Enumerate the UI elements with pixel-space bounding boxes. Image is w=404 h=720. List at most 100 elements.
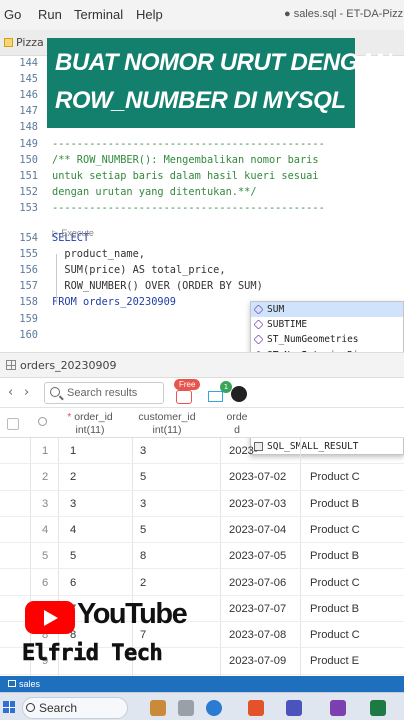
- autocomplete-item-label: SUBTIME: [267, 319, 308, 331]
- back-arrow-icon[interactable]: ‹: [8, 385, 13, 400]
- teams-icon[interactable]: [286, 700, 302, 716]
- cell-product: Product B: [310, 602, 360, 615]
- cell-order-date: 2023-07-06: [229, 576, 287, 589]
- onenote-icon[interactable]: [330, 700, 346, 716]
- cell-order-date: 2023-07-02: [229, 471, 287, 484]
- table-row[interactable]: 3 3 3 2023-07-03 Product B: [0, 491, 404, 517]
- select-all-checkbox[interactable]: [7, 418, 19, 430]
- search-icon: [26, 703, 35, 712]
- line-number: 147: [19, 105, 38, 118]
- line-number: 145: [19, 73, 38, 86]
- menu-bar: Go Run Terminal Help ● sales.sql - ET-DA…: [0, 0, 404, 30]
- cell-product: Product C: [310, 629, 360, 642]
- cell-order-date: 2023-07-08: [229, 629, 287, 642]
- brave-browser-icon[interactable]: [248, 700, 264, 716]
- file-explorer-icon[interactable]: [150, 700, 166, 716]
- cell-product: Product B: [310, 497, 360, 510]
- line-number: 158: [19, 296, 38, 309]
- line-number: 144: [19, 57, 38, 69]
- folder-icon: [4, 38, 13, 47]
- os-taskbar: Search: [0, 692, 404, 720]
- excel-icon[interactable]: [370, 700, 386, 716]
- line-number: 160: [19, 328, 38, 341]
- row-index: 4: [42, 523, 49, 536]
- mail-count-badge: 1: [220, 381, 232, 393]
- results-table-header: * order_id int(11) customer_id int(11) o…: [0, 408, 404, 438]
- gift-icon[interactable]: [176, 390, 192, 404]
- mail-icon[interactable]: [208, 391, 223, 402]
- cell-customer-id: 3: [140, 445, 147, 457]
- row-index: 2: [42, 471, 49, 484]
- editor-tab-label: Pizza: [16, 36, 44, 49]
- github-icon[interactable]: [231, 386, 247, 402]
- code-line: ----------------------------------------…: [52, 137, 325, 150]
- cell-order-id: 5: [70, 550, 77, 563]
- function-cube-icon: [253, 304, 264, 315]
- autocomplete-item[interactable]: SUBTIME: [251, 317, 403, 332]
- banner-line-1: BUAT NOMOR URUT DENGAN: [55, 49, 392, 76]
- cell-customer-id: 3: [140, 497, 147, 510]
- line-number: 149: [19, 137, 38, 150]
- results-search-input[interactable]: Search results: [44, 382, 164, 404]
- results-tab-bar: orders_20230909: [0, 352, 404, 378]
- line-number: 157: [19, 280, 38, 293]
- results-tab[interactable]: orders_20230909: [6, 359, 117, 372]
- row-index: 3: [42, 497, 49, 510]
- status-bar: sales: [0, 676, 404, 692]
- line-number: 155: [19, 248, 38, 261]
- youtube-logo: YouTube: [25, 598, 188, 638]
- forward-arrow-icon[interactable]: ›: [24, 385, 29, 400]
- windows-start-icon[interactable]: [3, 701, 15, 713]
- code-line: FROM orders_20230909: [52, 296, 176, 309]
- cell-order-id: 6: [70, 576, 77, 589]
- menu-terminal[interactable]: Terminal: [74, 7, 123, 22]
- cell-product: Product C: [310, 576, 360, 589]
- results-toolbar: ‹ › Search results Free 1: [0, 378, 404, 408]
- cell-product: Product B: [310, 550, 360, 563]
- free-badge[interactable]: Free: [174, 379, 201, 390]
- title-banner: BUAT NOMOR URUT DENGAN ROW_NUMBER DI MYS…: [47, 38, 392, 128]
- line-number: 154: [19, 232, 38, 244]
- table-row[interactable]: 4 4 5 2023-07-04 Product C: [0, 517, 404, 544]
- row-index: 1: [42, 445, 49, 457]
- autocomplete-item[interactable]: ST_NumGeometries: [251, 332, 403, 347]
- line-number: 146: [19, 89, 38, 102]
- autocomplete-item-label: ST_NumGeometries: [267, 334, 359, 346]
- cell-order-date: 2023-07-03: [229, 497, 287, 510]
- autocomplete-item-label: SUM: [267, 304, 285, 315]
- app-icon[interactable]: [178, 700, 194, 716]
- editor-tab[interactable]: Pizza: [4, 36, 44, 49]
- function-cube-icon: [253, 334, 264, 345]
- code-line: ROW_NUMBER() OVER (ORDER BY SUM): [52, 280, 263, 293]
- column-header-customer-id[interactable]: customer_id int(11): [132, 411, 202, 437]
- cell-product: Product C: [310, 471, 360, 484]
- table-row[interactable]: 5 5 8 2023-07-05 Product B: [0, 543, 404, 570]
- line-number: 148: [19, 121, 38, 134]
- table-row[interactable]: 1 1 3 2023-: [0, 438, 404, 465]
- menu-help[interactable]: Help: [136, 7, 163, 22]
- menu-go[interactable]: Go: [4, 7, 21, 22]
- edge-browser-icon[interactable]: [206, 700, 222, 716]
- code-line: /** ROW_NUMBER(): Mengembalikan nomor ba…: [52, 153, 319, 166]
- execute-codelens[interactable]: ▷ Execute: [52, 228, 94, 239]
- cell-customer-id: 5: [140, 471, 147, 484]
- cell-product: Product E: [310, 655, 360, 668]
- youtube-play-icon: [25, 601, 75, 634]
- code-line: dengan urutan yang ditentukan.**/: [52, 185, 257, 198]
- taskbar-search[interactable]: Search: [22, 697, 128, 719]
- cell-order-id: 4: [70, 523, 77, 536]
- autocomplete-item[interactable]: SUM: [251, 302, 403, 318]
- column-header-order-id[interactable]: * order_id int(11): [60, 411, 120, 437]
- menu-run[interactable]: Run: [38, 7, 62, 22]
- line-number: 159: [19, 312, 38, 325]
- column-header-order-date[interactable]: orde d: [222, 411, 252, 437]
- table-row[interactable]: 2 2 5 2023-07-02 Product C: [0, 464, 404, 491]
- line-number: 150: [19, 153, 38, 166]
- column-search-icon[interactable]: [38, 417, 47, 426]
- table-row[interactable]: 6 6 2 2023-07-06 Product C: [0, 570, 404, 596]
- cell-order-date: 2023-07-07: [229, 602, 287, 615]
- code-line: SUM(price) AS total_price,: [52, 264, 226, 277]
- status-connection[interactable]: sales: [19, 679, 40, 689]
- code-line: ----------------------------------------…: [52, 201, 325, 214]
- search-icon: [50, 387, 60, 397]
